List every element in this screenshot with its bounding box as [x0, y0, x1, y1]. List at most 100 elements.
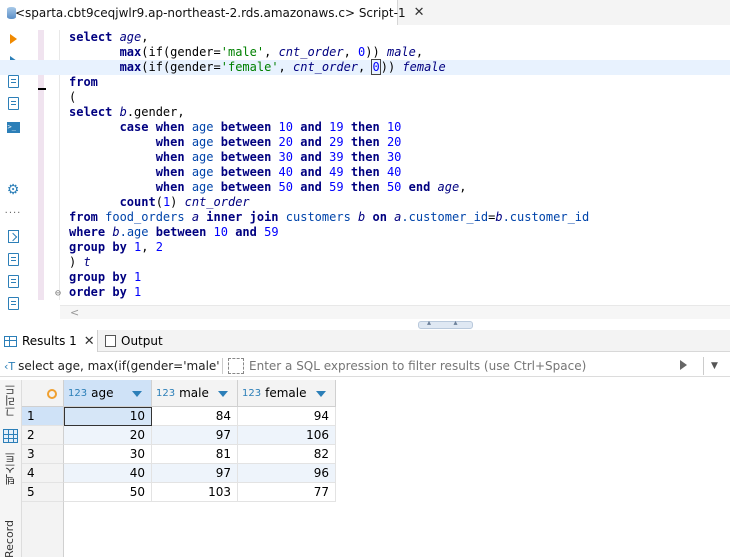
column-header-female[interactable]: 123 female [238, 380, 336, 407]
history-button[interactable] [5, 295, 21, 311]
expand-filter-icon[interactable] [228, 358, 244, 374]
code-token: customers [285, 210, 359, 224]
code-token: select [69, 30, 120, 44]
code-token: 'male' [220, 45, 265, 59]
table-row[interactable]: 4 40 97 96 [22, 464, 336, 483]
row-number[interactable]: 2 [22, 426, 64, 445]
output-icon [105, 335, 116, 347]
panel-splitter-handle[interactable] [418, 318, 473, 329]
table-cell[interactable]: 94 [238, 407, 336, 426]
row-number[interactable]: 1 [22, 407, 64, 426]
table-cell[interactable]: 20 [64, 426, 152, 445]
code-token: .customer_id [401, 210, 489, 224]
table-cell[interactable]: 97 [152, 426, 238, 445]
results-view-switcher: 그리드 텍스트 Record [0, 380, 22, 558]
code-line: count(1) cnt_order [69, 195, 729, 210]
fold-toggle-icon[interactable]: ⊖ [55, 286, 61, 301]
table-cell[interactable]: 96 [238, 464, 336, 483]
execute-statement-button[interactable] [5, 31, 21, 47]
code-token: a [191, 210, 207, 224]
code-token: b [358, 210, 373, 224]
grid-view-icon[interactable] [3, 429, 18, 443]
code-token: group by [69, 240, 135, 254]
scroll-left-icon[interactable]: < [70, 306, 79, 319]
more-button[interactable]: ···· [5, 205, 21, 221]
code-line: group by 1 [69, 270, 729, 285]
record-view-label[interactable]: Record [3, 520, 16, 558]
tab-output[interactable]: Output [99, 330, 179, 352]
code-token: 50 [386, 180, 409, 194]
sort-arrow-icon[interactable] [132, 391, 142, 397]
table-cell[interactable]: 30 [64, 445, 152, 464]
code-token: , [141, 240, 156, 254]
sql-editor[interactable]: select age, max(if(gender='male', cnt_or… [0, 30, 730, 300]
export-button[interactable] [5, 251, 21, 267]
table-cell[interactable]: 10 [64, 407, 152, 426]
plan-icon [7, 96, 19, 110]
editor-tab-title: *<sparta.cbt9ceqjwlr9.ap-northeast-2.rds… [9, 5, 406, 20]
code-token: count [119, 195, 156, 209]
apply-filter-icon[interactable] [680, 360, 687, 370]
terminal-icon: >_ [6, 121, 20, 133]
table-cell[interactable]: 84 [152, 407, 238, 426]
tab-results-label: Results 1 [22, 334, 77, 348]
code-token: b [112, 225, 120, 239]
settings-button[interactable]: ⚙ [5, 182, 21, 198]
import-button[interactable] [5, 228, 21, 244]
close-icon[interactable]: ✕ [84, 334, 95, 349]
table-cell[interactable]: 97 [152, 464, 238, 483]
script-icon [7, 74, 19, 88]
code-token: , [358, 60, 373, 74]
code-token: and [300, 120, 330, 134]
code-line: from food_orders a inner join customers … [69, 210, 729, 225]
table-cell[interactable]: 50 [64, 483, 152, 502]
code-token: , [459, 180, 467, 194]
code-token: between [220, 150, 279, 164]
table-cell[interactable]: 77 [238, 483, 336, 502]
code-line: select age, [69, 30, 729, 45]
table-row[interactable]: 2 20 97 106 [22, 426, 336, 445]
row-number[interactable]: 5 [22, 483, 64, 502]
execute-script-button[interactable] [5, 73, 21, 89]
explain-plan-button[interactable] [5, 95, 21, 111]
column-header-age[interactable]: 123 age [64, 380, 152, 407]
row-number[interactable]: 3 [22, 445, 64, 464]
table-row[interactable]: 5 50 103 77 [22, 483, 336, 502]
table-cell[interactable]: 103 [152, 483, 238, 502]
code-token: 19 [329, 120, 351, 134]
format-button[interactable] [5, 273, 21, 289]
sort-arrow-icon[interactable] [218, 391, 228, 397]
row-number[interactable]: 4 [22, 464, 64, 483]
code-token: 20 [278, 135, 301, 149]
tab-results-1[interactable]: Results 1 ✕ [0, 330, 98, 352]
table-cell[interactable]: 106 [238, 426, 336, 445]
code-token: from [69, 210, 106, 224]
code-token: 20 [386, 135, 402, 149]
code-token: age [119, 30, 142, 44]
table-row[interactable]: 3 30 81 82 [22, 445, 336, 464]
grid-corner[interactable] [22, 380, 64, 407]
filter-input[interactable] [249, 357, 669, 375]
code-token: b [495, 210, 503, 224]
table-cell[interactable]: 81 [152, 445, 238, 464]
code-token: 1 [134, 270, 142, 284]
code-line: when age between 30 and 39 then 30 [69, 150, 729, 165]
editor-horizontal-scrollbar[interactable]: < [60, 305, 730, 319]
filter-history-dropdown[interactable]: ▼ [703, 357, 725, 375]
close-icon[interactable]: ✕ [414, 5, 425, 20]
sort-arrow-icon[interactable] [316, 391, 326, 397]
code-token: ) [170, 195, 185, 209]
code-token: 'female' [220, 60, 279, 74]
code-token: and [300, 150, 330, 164]
code-line: where b.age between 10 and 59 [69, 225, 729, 240]
code-token: b [119, 105, 127, 119]
open-console-button[interactable]: >_ [5, 119, 21, 135]
code-token: max [119, 60, 142, 74]
grid-view-label[interactable]: 그리드 [3, 384, 19, 417]
column-header-male[interactable]: 123 male [152, 380, 238, 407]
table-cell[interactable]: 82 [238, 445, 336, 464]
text-view-label[interactable]: 텍스트 [3, 452, 19, 485]
editor-tab-script-1[interactable]: *<sparta.cbt9ceqjwlr9.ap-northeast-2.rds… [0, 0, 425, 25]
table-cell[interactable]: 40 [64, 464, 152, 483]
table-row[interactable]: 1 10 84 94 [22, 407, 336, 426]
